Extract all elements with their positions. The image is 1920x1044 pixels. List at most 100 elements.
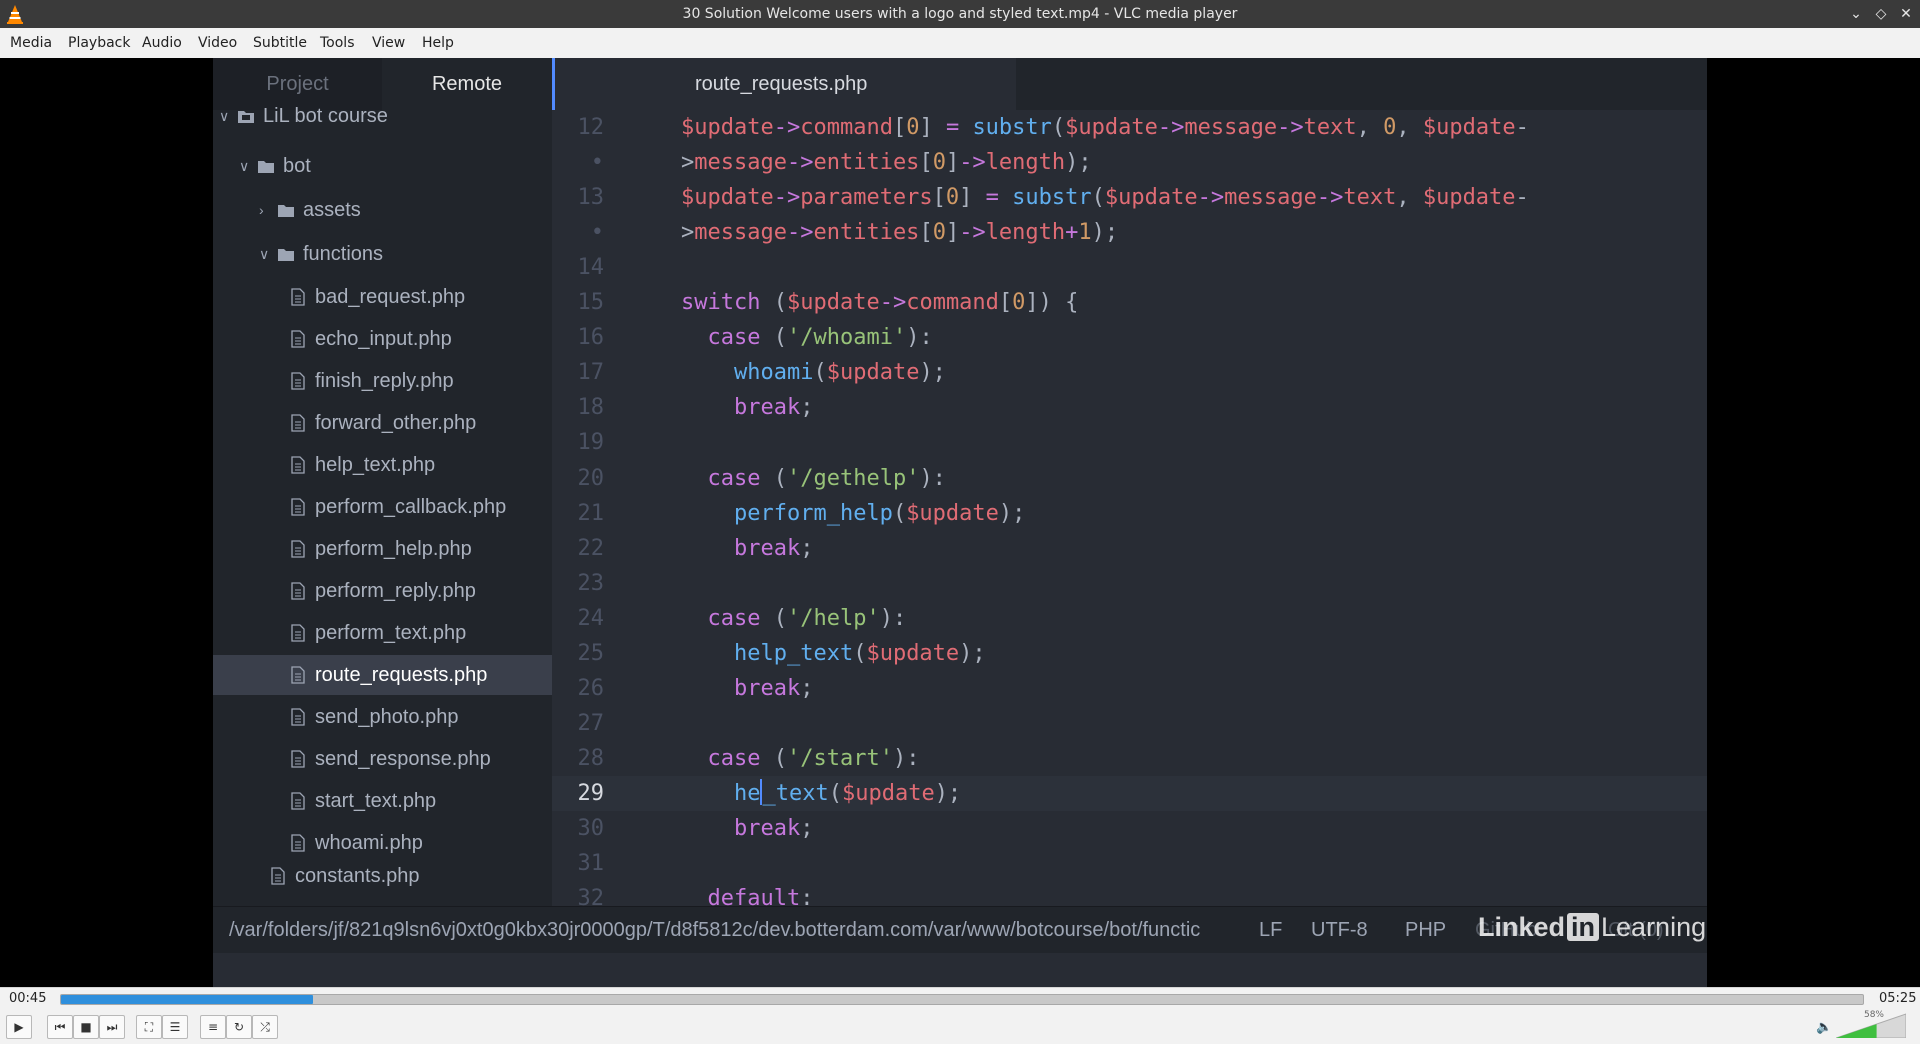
tree-item[interactable]: finish_reply.php (213, 361, 552, 401)
code-line[interactable]: 29 he_text($update); (552, 775, 1707, 811)
menu-audio[interactable]: Audio (142, 28, 182, 58)
tree-item[interactable]: forward_other.php (213, 403, 552, 443)
code-line[interactable]: • >message->entities[0]->length+1); (552, 215, 1707, 250)
video-area[interactable]: Project Remote ∨ LiL bot course ∨ bot › asset… (0, 58, 1920, 987)
tree-item[interactable]: bad_request.php (213, 277, 552, 317)
code-line[interactable]: • >message->entities[0]->length); (552, 145, 1707, 180)
line-number: 14 (577, 255, 605, 281)
tree-item[interactable]: › assets (213, 190, 552, 230)
fullscreen-icon[interactable]: ⛶ (136, 1015, 162, 1039)
status-file-path: /var/folders/jf/821q9lsn6vj0xt0g0kbx30jr… (229, 919, 1201, 941)
code-line[interactable]: 12 $update->command[0] = substr($update->… (552, 110, 1707, 145)
tree-item[interactable]: perform_text.php (213, 613, 552, 653)
tree-item[interactable]: perform_reply.php (213, 571, 552, 611)
tree-item[interactable]: ∨ bot (213, 146, 552, 186)
line-number: 29 (577, 780, 605, 806)
previous-icon[interactable]: ⏮ (47, 1015, 73, 1039)
code-line[interactable]: 27 (552, 706, 1707, 741)
line-number: 16 (577, 325, 605, 351)
extended-settings-icon[interactable]: ☰ (162, 1015, 188, 1039)
code-line[interactable]: 28 case ('/start'): (552, 741, 1707, 776)
restore-icon[interactable]: ◇ (1871, 3, 1891, 25)
tree-item[interactable]: ∨ functions (213, 234, 552, 274)
chevron-down-icon[interactable]: ∨ (259, 244, 271, 264)
close-icon[interactable]: ✕ (1896, 3, 1916, 25)
code-line[interactable]: 20 case ('/gethelp'): (552, 461, 1707, 496)
file-icon (291, 582, 305, 600)
code-line[interactable]: 32 default: (552, 881, 1707, 906)
menu-video[interactable]: Video (198, 28, 237, 58)
editor-tab-active: route_requests.php (552, 58, 1016, 110)
chevron-down-icon[interactable]: ∨ (219, 106, 231, 126)
line-number: 27 (577, 710, 605, 736)
stop-icon[interactable]: ■ (73, 1015, 99, 1039)
linkedin-learning-watermark: Linked in Learning (1478, 907, 1706, 947)
code-line[interactable]: 23 (552, 566, 1707, 601)
playlist-icon[interactable]: ≡ (200, 1015, 226, 1039)
code-text: case ('/help'): (707, 605, 907, 631)
code-line[interactable]: 15 switch ($update->command[0]) { (552, 285, 1707, 320)
editor-tab-bar: route_requests.php (552, 58, 1707, 110)
tree-item[interactable]: send_response.php (213, 739, 552, 779)
tree-item-label: finish_reply.php (315, 370, 454, 392)
play-icon[interactable]: ▶ (6, 1015, 32, 1039)
loop-icon[interactable]: ↻ (226, 1015, 252, 1039)
menu-view[interactable]: View (372, 28, 405, 58)
tree-item[interactable]: help_text.php (213, 445, 552, 485)
tree-item[interactable]: constants.php (213, 856, 552, 896)
code-text: whoami($update); (733, 360, 946, 386)
chevron-right-icon[interactable]: › (259, 200, 271, 220)
seek-bar[interactable] (60, 994, 1864, 1005)
file-icon (291, 792, 305, 810)
next-icon[interactable]: ⏭ (99, 1015, 125, 1039)
line-number: 23 (577, 570, 605, 596)
code-text: >message->entities[0]->length+1); (681, 220, 1119, 246)
code-line[interactable]: 31 (552, 846, 1707, 881)
code-line[interactable]: 30 break; (552, 811, 1707, 846)
status-encoding: UTF-8 (1311, 919, 1368, 941)
menu-media[interactable]: Media (10, 28, 52, 58)
tree-item[interactable]: ∨ LiL bot course (213, 96, 552, 136)
code-line[interactable]: 22 break; (552, 531, 1707, 566)
code-line[interactable]: 19 (552, 425, 1707, 460)
tree-item-label: start_text.php (315, 790, 437, 812)
line-number: 12 (577, 115, 605, 140)
menu-subtitle[interactable]: Subtitle (253, 28, 307, 58)
code-line[interactable]: 21 perform_help($update); (552, 496, 1707, 531)
code-line[interactable]: 25 help_text($update); (552, 636, 1707, 671)
code-line[interactable]: 18 break; (552, 390, 1707, 425)
menu-help[interactable]: Help (422, 28, 454, 58)
status-grammar: PHP (1405, 919, 1447, 941)
tree-item[interactable]: start_text.php (213, 781, 552, 821)
tree-item[interactable]: send_photo.php (213, 697, 552, 737)
tree-item[interactable]: route_requests.php (213, 655, 552, 695)
seek-bar-fill (61, 995, 314, 1004)
volume-slider[interactable]: 58% (1836, 1010, 1906, 1038)
tree-item[interactable]: perform_callback.php (213, 487, 552, 527)
shuffle-icon[interactable]: ⤮ (252, 1015, 278, 1039)
code-line[interactable]: 13 $update->parameters[0] = substr($updat… (552, 180, 1707, 215)
text-cursor (760, 778, 763, 805)
code-line[interactable]: 26 break; (552, 671, 1707, 706)
chevron-down-icon[interactable]: ∨ (239, 156, 251, 176)
code-text: perform_help($update); (733, 500, 1026, 526)
code-text: break; (733, 535, 814, 561)
code-text: case ('/start'): (707, 745, 920, 771)
code-line[interactable]: 14 (552, 250, 1707, 285)
minimize-icon[interactable]: ⌄ (1846, 3, 1866, 25)
code-line[interactable]: 16 case ('/whoami'): (552, 320, 1707, 355)
speaker-icon[interactable]: 🔈 (1816, 1020, 1832, 1036)
tree-item[interactable]: echo_input.php (213, 319, 552, 359)
menu-tools[interactable]: Tools (320, 28, 355, 58)
line-number: 22 (577, 535, 605, 561)
tree-item-label: constants.php (295, 865, 420, 887)
line-number: 31 (577, 851, 605, 877)
code-line[interactable]: 17 whoami($update); (552, 355, 1707, 390)
tree-item[interactable]: perform_help.php (213, 529, 552, 569)
menu-playback[interactable]: Playback (68, 28, 130, 58)
line-number: 25 (577, 640, 605, 666)
line-number: 18 (577, 395, 605, 421)
code-area: 12 $update->command[0] = substr($update->… (552, 110, 1707, 906)
tree-item-label: route_requests.php (315, 664, 488, 686)
code-line[interactable]: 24 case ('/help'): (552, 601, 1707, 636)
